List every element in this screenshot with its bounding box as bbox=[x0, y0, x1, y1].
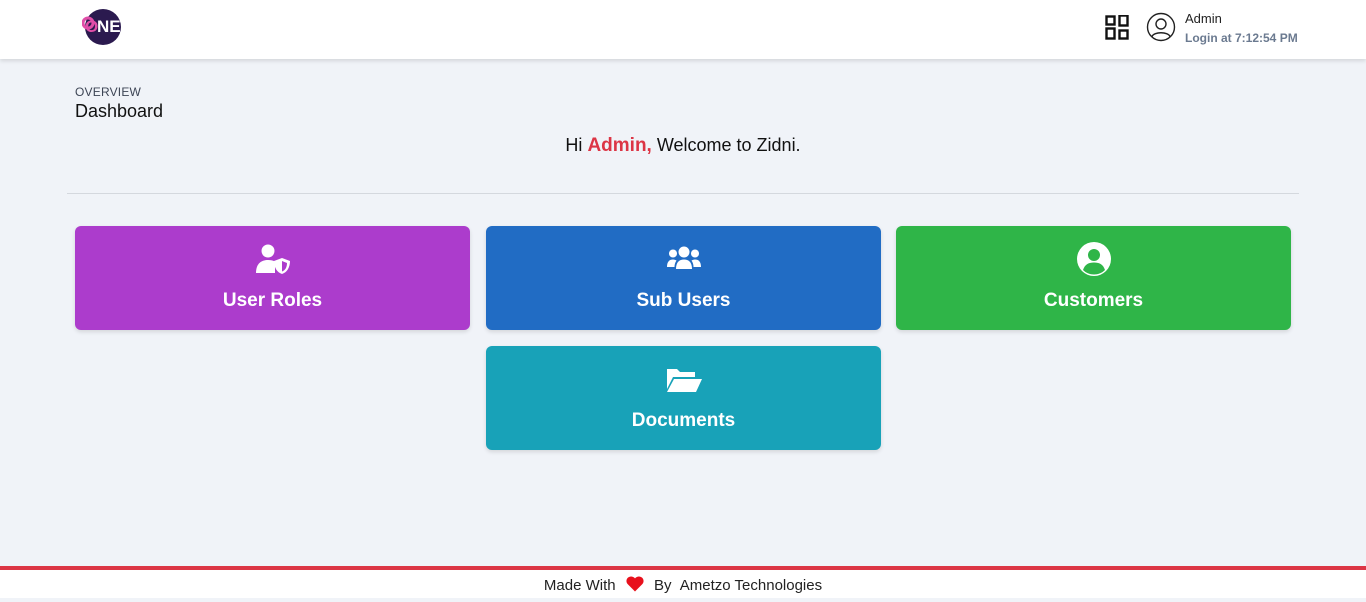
welcome-prefix: Hi bbox=[565, 135, 583, 155]
sub-users-label: Sub Users bbox=[636, 290, 731, 311]
svg-text:NE: NE bbox=[97, 17, 121, 36]
user-name[interactable]: Admin bbox=[1185, 11, 1222, 26]
folder-open-icon bbox=[666, 369, 702, 392]
sub-users-card[interactable]: Sub Users bbox=[486, 226, 881, 330]
top-navbar: O NE Admin Login at 7:12:54 PM bbox=[0, 0, 1366, 59]
documents-label: Documents bbox=[631, 410, 736, 431]
user-shield-icon bbox=[255, 244, 290, 274]
user-roles-card[interactable]: User Roles bbox=[75, 226, 470, 330]
footer-made-with: Made With bbox=[543, 577, 616, 594]
login-time: Login at 7:12:54 PM bbox=[1185, 31, 1298, 45]
app-logo[interactable]: O NE bbox=[82, 8, 124, 46]
customers-card[interactable]: Customers bbox=[896, 226, 1291, 330]
documents-card[interactable]: Documents bbox=[486, 346, 881, 450]
welcome-suffix: Welcome to Zidni. bbox=[656, 135, 801, 155]
user-circle-icon[interactable] bbox=[1146, 12, 1176, 42]
footer-by: By bbox=[653, 577, 672, 594]
user-roles-label: User Roles bbox=[222, 290, 323, 311]
page-title: Dashboard bbox=[75, 101, 164, 121]
user-circle-icon bbox=[1076, 242, 1111, 276]
welcome-user-name: Admin, bbox=[587, 135, 652, 156]
customers-label: Customers bbox=[1043, 290, 1144, 311]
footer-company[interactable]: Ametzo Technologies bbox=[680, 577, 822, 594]
heart-icon bbox=[626, 576, 644, 592]
divider bbox=[67, 193, 1299, 194]
welcome-message: Hi Admin, Welcome to Zidni. bbox=[0, 135, 1366, 157]
footer: Made With By Ametzo Technologies bbox=[0, 570, 1366, 598]
grid-icon[interactable] bbox=[1105, 15, 1130, 40]
breadcrumb-overview: OVERVIEW bbox=[75, 85, 142, 99]
users-icon bbox=[666, 246, 701, 269]
